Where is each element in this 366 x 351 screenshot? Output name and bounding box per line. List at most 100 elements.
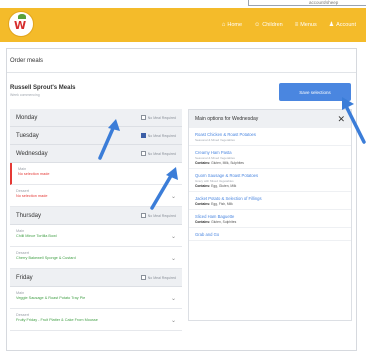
- meal-slot-main[interactable]: Main No selection made ›: [10, 163, 182, 185]
- nav-links: ⌂ Home ☺ Children ≡ Menus ♟ Account: [222, 21, 356, 29]
- chevron-down-icon[interactable]: ⌄: [171, 317, 176, 324]
- children-icon: ☺: [254, 21, 261, 28]
- days-list: Monday No Meal Required Tuesday No Meal …: [10, 109, 182, 331]
- no-meal-toggle[interactable]: No Meal Required: [140, 151, 176, 156]
- menu-option[interactable]: Creamy Ham Pasta Seasonal & Mixed Vegeta…: [189, 146, 351, 169]
- option-description: Seasonal & Mixed Vegetables: [195, 138, 235, 142]
- chevron-down-icon[interactable]: ⌄: [171, 295, 176, 302]
- option-name: Sliced Ham Baguette: [195, 214, 235, 219]
- slot-value: No selection made: [18, 172, 50, 176]
- title-divider: [7, 72, 356, 73]
- option-name: Grab and Go: [195, 232, 220, 237]
- nav-children[interactable]: ☺ Children: [254, 21, 283, 28]
- allergens-label: Contains:: [195, 184, 211, 188]
- no-meal-label: No Meal Required: [147, 133, 176, 138]
- chevron-down-icon[interactable]: ⌄: [171, 255, 176, 262]
- slot-type-label: Dessert: [16, 313, 30, 317]
- day-row-friday[interactable]: Friday No Meal Required: [10, 269, 182, 287]
- meals-title: Russell Sprout's Meals: [10, 85, 76, 91]
- day-row-thursday[interactable]: Thursday No Meal Required: [10, 207, 182, 225]
- meal-slot-main[interactable]: Main Chilli Mince Tortilla Bowl ⌄: [10, 225, 182, 247]
- day-name: Monday: [16, 114, 38, 121]
- home-icon: ⌂: [221, 21, 226, 28]
- school-logo[interactable]: W: [8, 11, 34, 37]
- slot-value: Chilli Mince Tortilla Bowl: [16, 234, 57, 238]
- user-icon: ♟: [328, 22, 335, 28]
- nav-home[interactable]: ⌂ Home: [222, 21, 242, 28]
- option-name: Roast Chicken & Roast Potatoes: [195, 132, 256, 137]
- option-description: Gravy with Mixed Vegetables: [195, 179, 234, 183]
- day-name: Wednesday: [16, 150, 48, 157]
- day-name: Thursday: [16, 212, 42, 219]
- slot-value: No selection made: [16, 194, 48, 198]
- day-row-wednesday[interactable]: Wednesday No Meal Required: [10, 145, 182, 163]
- no-meal-checkbox[interactable]: [140, 133, 146, 138]
- close-icon[interactable]: ✕: [337, 114, 345, 124]
- option-allergens: Contains: Gluten, Milk, Sulphites: [195, 161, 345, 165]
- slot-value: Fruity Friday - Fruit Platter & Cake Fro…: [16, 318, 98, 322]
- option-allergens: Contains: Egg, Gluten, Milk: [195, 184, 345, 188]
- options-title: Main options for Wednesday: [195, 116, 259, 122]
- navbar: W ⌂ Home ☺ Children ≡ Menus ♟ Account: [0, 8, 366, 42]
- no-meal-toggle[interactable]: No Meal Required: [140, 275, 176, 280]
- slot-type-label: Main: [18, 167, 27, 171]
- menu-option[interactable]: Grab and Go: [189, 228, 351, 241]
- logo-mark-icon: W: [14, 19, 27, 32]
- no-meal-checkbox[interactable]: [140, 151, 146, 156]
- allergens-label: Contains:: [195, 220, 211, 224]
- slot-value: Veggie Sausage & Roast Potato Tray Pie: [16, 296, 86, 300]
- menu-option[interactable]: Jacket Potato & Selection of Fillings Co…: [189, 192, 351, 210]
- options-header: Main options for Wednesday ✕: [189, 110, 351, 128]
- slot-type-label: Dessert: [16, 189, 30, 193]
- no-meal-label: No Meal Required: [147, 275, 176, 280]
- no-meal-toggle[interactable]: No Meal Required: [140, 115, 176, 120]
- allergens-label: Contains:: [195, 202, 211, 206]
- no-meal-label: No Meal Required: [147, 115, 176, 120]
- no-meal-checkbox[interactable]: [140, 275, 146, 280]
- chevron-down-icon[interactable]: ⌄: [171, 193, 176, 200]
- slot-type-label: Main: [16, 291, 25, 295]
- nav-menus-label: Menus: [300, 21, 317, 28]
- chevron-down-icon[interactable]: ⌄: [171, 233, 176, 240]
- nav-menus[interactable]: ≡ Menus: [295, 21, 317, 28]
- no-meal-checkbox[interactable]: [140, 115, 146, 120]
- slot-type-label: Main: [16, 229, 25, 233]
- meal-slot-dessert[interactable]: Dessert No selection made ⌄: [10, 185, 182, 207]
- chevron-right-icon[interactable]: ›: [174, 171, 176, 177]
- no-meal-toggle[interactable]: No Meal Required: [140, 213, 176, 218]
- menu-option[interactable]: Roast Chicken & Roast Potatoes Seasonal …: [189, 128, 351, 146]
- meal-slot-main[interactable]: Main Veggie Sausage & Roast Potato Tray …: [10, 287, 182, 309]
- day-row-monday[interactable]: Monday No Meal Required: [10, 109, 182, 127]
- menu-option[interactable]: Quorn Sausage & Roast Potatoes Gravy wit…: [189, 169, 351, 192]
- slot-type-label: Dessert: [16, 251, 30, 255]
- nav-children-label: Children: [262, 21, 283, 28]
- slot-value: Cherry Bakewell Sponge & Custard: [16, 256, 76, 260]
- allergens-list: Egg, Fish, Milk: [211, 202, 233, 206]
- user-account-box[interactable]: account/sheep: [248, 0, 366, 6]
- save-selections-button[interactable]: Save selections: [279, 83, 351, 101]
- meal-slot-dessert[interactable]: Dessert Fruity Friday - Fruit Platter & …: [10, 309, 182, 331]
- page-title: Order meals: [10, 58, 44, 64]
- user-account-text: account/sheep: [309, 0, 339, 5]
- option-name: Quorn Sausage & Roast Potatoes: [195, 173, 259, 178]
- meal-slot-dessert[interactable]: Dessert Cherry Bakewell Sponge & Custard…: [10, 247, 182, 269]
- allergens-label: Contains:: [195, 161, 211, 165]
- option-allergens: Contains: Egg, Fish, Milk: [195, 202, 345, 206]
- nav-account-label: Account: [336, 21, 356, 28]
- no-meal-checkbox[interactable]: [140, 213, 146, 218]
- option-name: Creamy Ham Pasta: [195, 150, 232, 155]
- option-description: Seasonal & Mixed Vegetables: [195, 156, 235, 160]
- no-meal-toggle[interactable]: No Meal Required: [140, 133, 176, 138]
- allergens-list: Gluten, Milk, Sulphites: [211, 161, 244, 165]
- options-panel: Main options for Wednesday ✕ Roast Chick…: [188, 109, 352, 321]
- nav-home-label: Home: [227, 21, 243, 28]
- day-name: Friday: [16, 274, 33, 281]
- menu-option[interactable]: Sliced Ham Baguette Contains: Gluten, Su…: [189, 210, 351, 228]
- allergens-list: Gluten, Sulphites: [211, 220, 237, 224]
- option-allergens: Contains: Gluten, Sulphites: [195, 220, 345, 224]
- menu-list-icon: ≡: [294, 21, 299, 28]
- no-meal-label: No Meal Required: [147, 213, 176, 218]
- day-name: Tuesday: [16, 132, 39, 139]
- nav-account[interactable]: ♟ Account: [328, 21, 356, 29]
- day-row-tuesday[interactable]: Tuesday No Meal Required: [10, 127, 182, 145]
